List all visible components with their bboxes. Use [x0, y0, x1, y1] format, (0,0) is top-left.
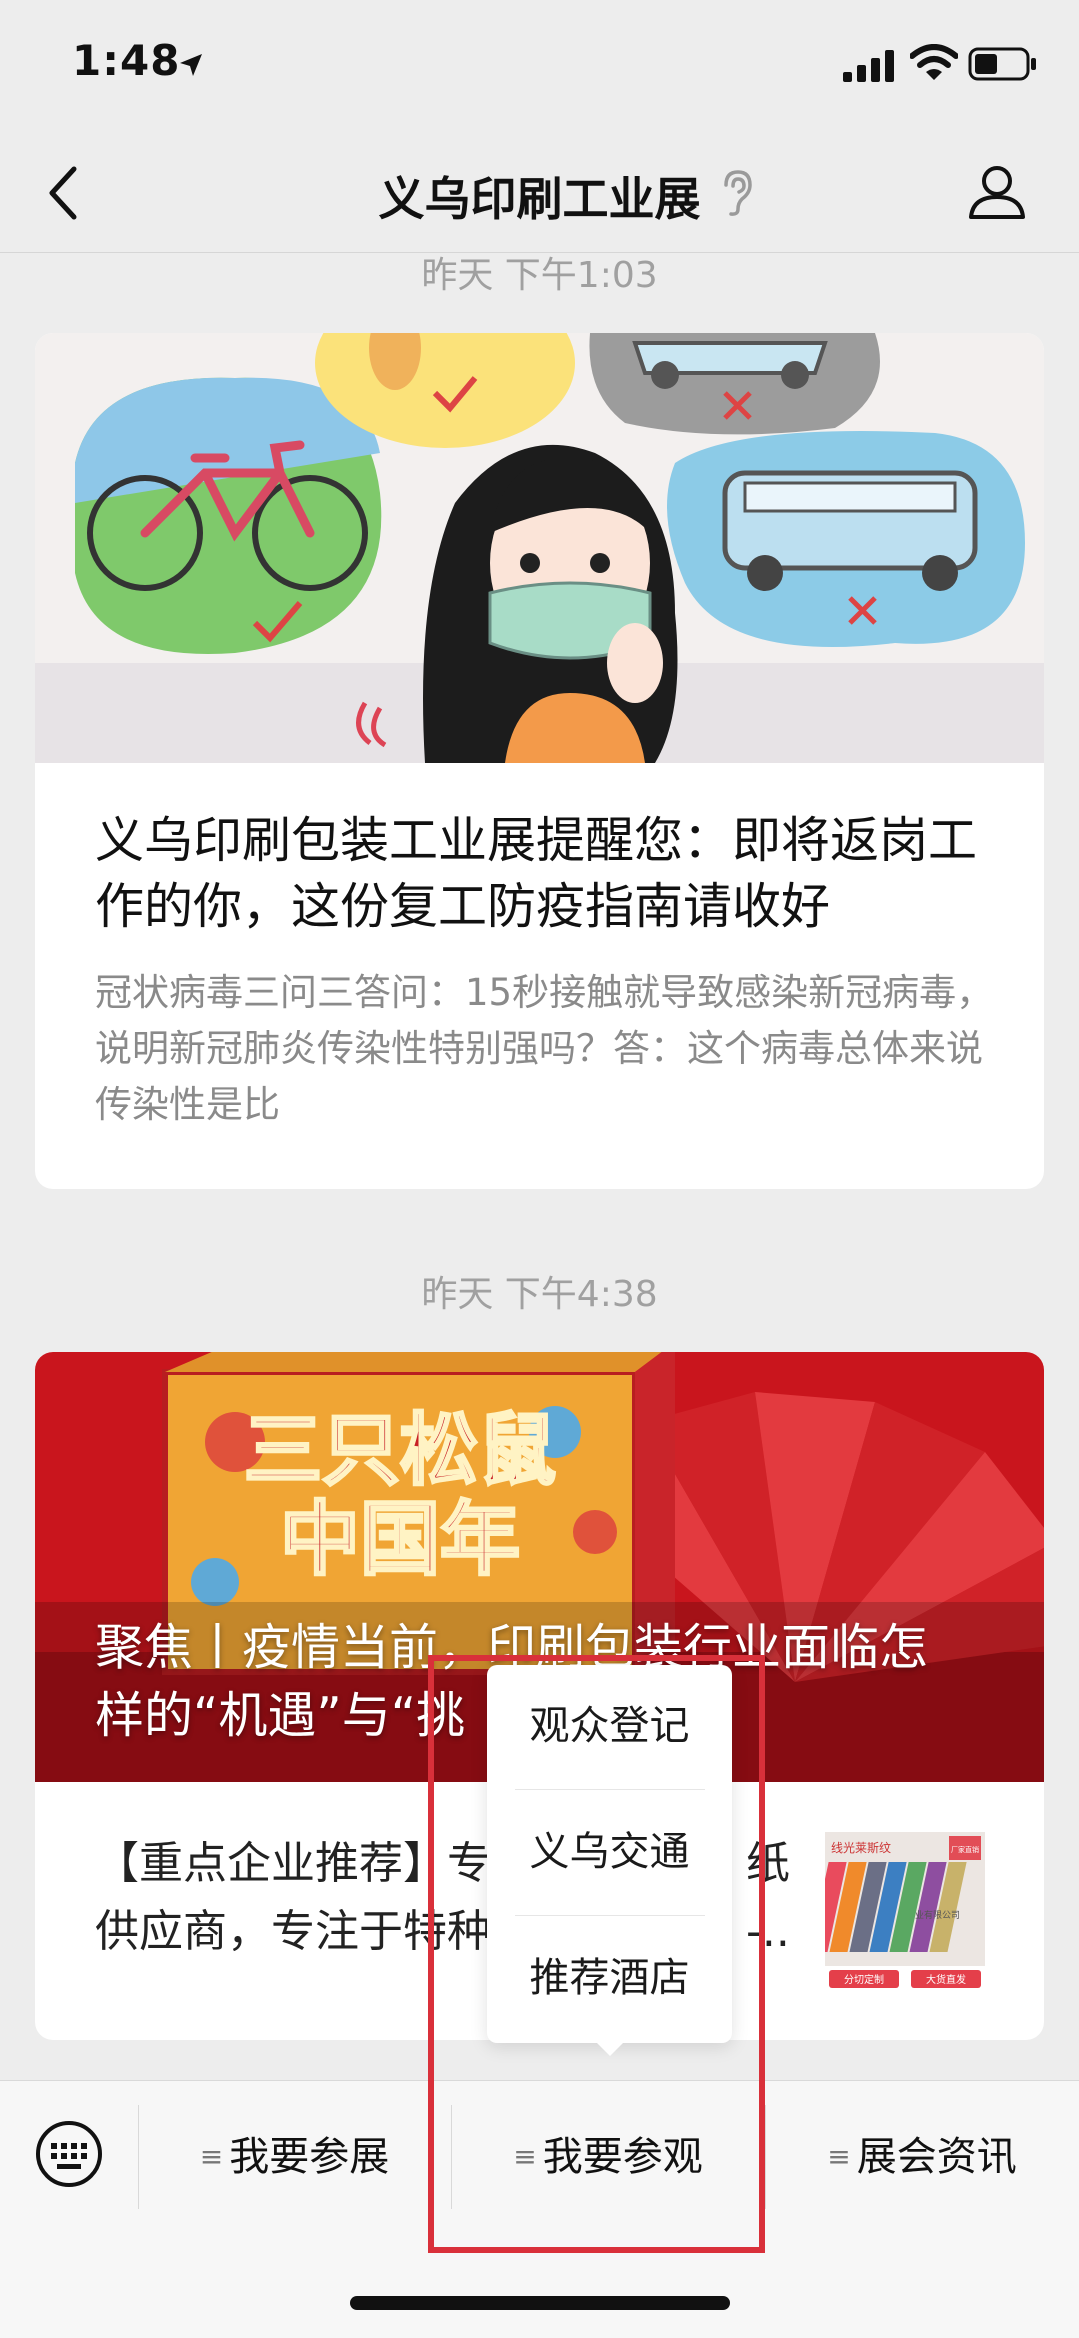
- article-card[interactable]: 义乌印刷包装工业展提醒您：即将返岗工作的你，这份复工防疫指南请收好 冠状病毒三问…: [35, 333, 1044, 1189]
- thumbnail-text: 分切定制: [844, 1973, 884, 1986]
- signal-bars-icon: [843, 50, 894, 82]
- location-arrow-icon: [180, 54, 202, 76]
- menu-item-exhibit[interactable]: ≡ 我要参展: [138, 2117, 451, 2197]
- article-thumbnail: 线光莱斯纹 厂家直销 业有限公司 分切定制 大货直发: [825, 1832, 985, 1992]
- article-description: 冠状病毒三问三答问：15秒接触就导致感染新冠病毒，说明新冠肺炎传染性特别强吗？答…: [95, 971, 994, 1126]
- menu-list-icon: ≡: [827, 2140, 851, 2173]
- battery-icon: [968, 47, 1036, 81]
- menu-item-label: 我要参展: [229, 2134, 390, 2180]
- ear-icon: [724, 170, 752, 216]
- article-title: 义乌印刷包装工业展提醒您：即将返岗工作的你，这份复工防疫指南请收好: [95, 812, 978, 935]
- profile-icon[interactable]: [965, 159, 1029, 223]
- message-timestamp: 昨天 下午1:03: [421, 255, 658, 296]
- banner-poster-text: 三只松鼠: [244, 1406, 556, 1494]
- menu-list-icon: ≡: [199, 2140, 224, 2173]
- thumbnail-text: 业有限公司: [915, 1909, 960, 1920]
- status-bar: 1:48: [0, 0, 1079, 135]
- thumbnail-badge: 厂家直销: [951, 1845, 979, 1854]
- menu-item-label: 展会资讯: [856, 2134, 1017, 2180]
- message-timestamp: 昨天 下午4:38: [421, 1274, 658, 1315]
- wifi-icon: [910, 44, 958, 80]
- article-cover-illustration: [35, 333, 1044, 763]
- page-title: 义乌印刷工业展: [378, 172, 701, 226]
- home-indicator[interactable]: [350, 2296, 730, 2310]
- keyboard-icon[interactable]: [34, 2119, 104, 2189]
- highlight-box: [428, 1655, 765, 2253]
- status-time: 1:48: [72, 36, 181, 85]
- thumbnail-text: 线光莱斯纹: [831, 1841, 891, 1855]
- svg-text:中国年: 中国年: [280, 1495, 520, 1584]
- thumbnail-text: 大货直发: [926, 1973, 966, 1986]
- menu-item-news[interactable]: ≡ 展会资讯: [765, 2117, 1079, 2197]
- nav-bar: 义乌印刷工业展: [0, 135, 1079, 253]
